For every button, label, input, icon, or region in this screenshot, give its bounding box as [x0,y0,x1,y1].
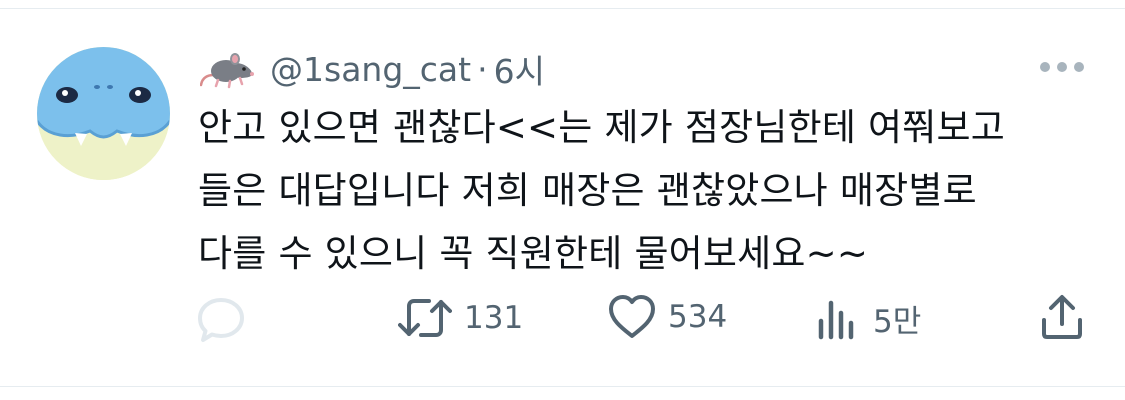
tweet-text-line: 안고 있으면 괜찮다<<는 제가 점장님한테 여쭤보고 [198,106,1006,149]
tweet-text-line: 다를 수 있으니 꼭 직원한테 물어보세요~~ [198,232,869,275]
action-bar: 131 534 5만 [0,292,1125,348]
retweet-button[interactable]: 131 [398,294,523,342]
tweet-time[interactable]: 6시 [494,45,545,93]
tweet-text-line: 들은 대답입니다 저희 매장은 괜찮았으나 매장별로 [198,169,977,212]
tweet-text: 안고 있으면 괜찮다<<는 제가 점장님한테 여쭤보고 들은 대답입니다 저희 … [198,96,1098,285]
share-icon [1042,295,1082,339]
rat-emoji-icon [199,49,254,89]
views-button[interactable]: 5만 [817,296,921,341]
views-count: 5만 [873,304,922,340]
top-divider [0,8,1125,9]
separator-dot: · [477,49,488,89]
avatar-image [37,47,170,180]
retweet-count: 131 [464,300,524,336]
like-count: 534 [668,299,728,335]
retweet-icon [398,299,452,337]
reply-icon [198,298,244,342]
share-button[interactable] [1040,294,1084,340]
heart-icon [609,295,655,338]
bottom-divider [0,386,1125,387]
more-options-icon[interactable] [1040,59,1086,75]
like-button[interactable]: 534 [608,294,727,340]
avatar[interactable] [37,47,170,180]
reply-button[interactable] [196,296,246,344]
views-icon [818,300,854,339]
user-handle[interactable]: @1sang_cat [270,50,471,89]
tweet-header: @1sang_cat · 6시 [199,44,545,94]
